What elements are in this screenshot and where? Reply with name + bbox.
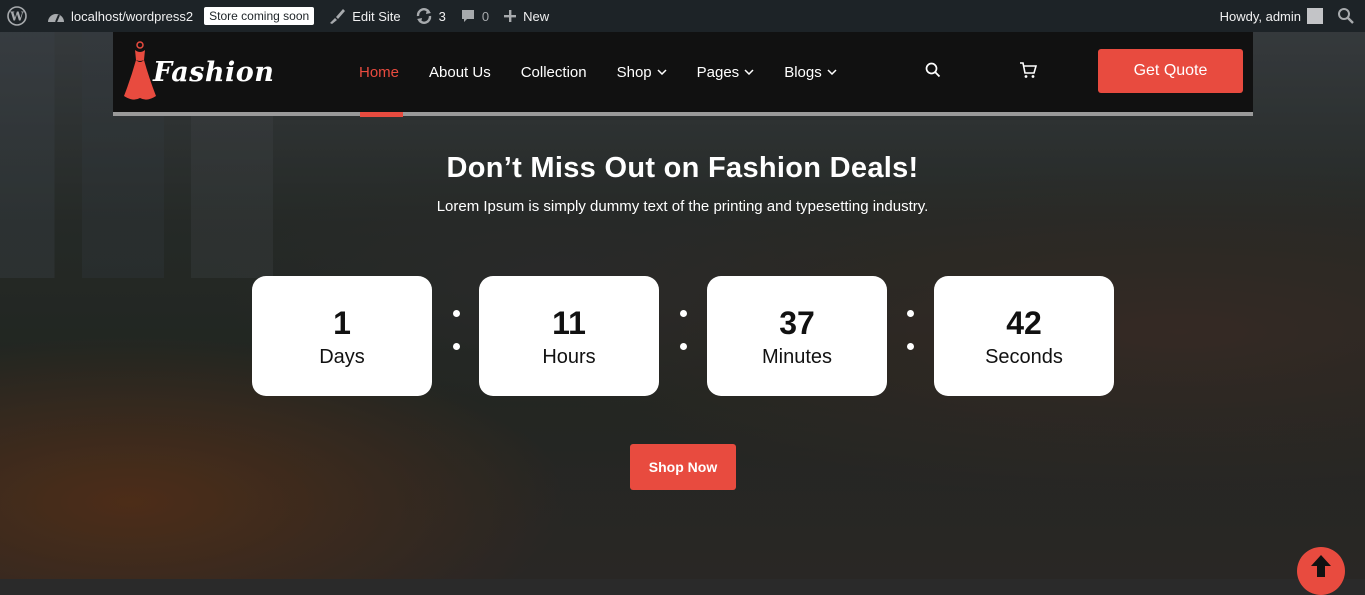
howdy-label: Howdy, admin bbox=[1219, 8, 1301, 24]
nav-item-collection[interactable]: Collection bbox=[521, 64, 587, 81]
countdown-separator bbox=[452, 310, 460, 350]
nav-item-pages[interactable]: Pages bbox=[697, 64, 755, 81]
chevron-down-icon bbox=[744, 69, 754, 75]
nav-item-shop[interactable]: Shop bbox=[617, 64, 667, 81]
scroll-to-top-button[interactable] bbox=[1297, 547, 1345, 595]
site-header: Fashion Home About Us Collection Shop Pa… bbox=[113, 32, 1253, 112]
main-nav: Home About Us Collection Shop Pages Blog… bbox=[359, 32, 867, 112]
hero-title: Don’t Miss Out on Fashion Deals! bbox=[446, 152, 919, 184]
new-content-link[interactable]: New bbox=[496, 0, 556, 32]
site-logo[interactable]: Fashion bbox=[123, 40, 274, 104]
wordpress-icon: W bbox=[7, 6, 27, 26]
nav-item-blogs[interactable]: Blogs bbox=[784, 64, 837, 81]
countdown-separator bbox=[679, 310, 687, 350]
countdown-seconds: 42 Seconds bbox=[934, 276, 1114, 396]
countdown-days: 1 Days bbox=[252, 276, 432, 396]
plus-icon bbox=[503, 9, 517, 23]
countdown-hours-value: 11 bbox=[552, 304, 586, 341]
edit-site-label: Edit Site bbox=[352, 8, 401, 24]
nav-shop-label: Shop bbox=[616, 63, 652, 81]
chevron-down-icon bbox=[657, 69, 667, 75]
countdown-days-label: Days bbox=[319, 345, 365, 368]
admin-bar: W localhost/wordpress2 Store coming soon… bbox=[0, 0, 1365, 32]
hero-subtitle: Lorem Ipsum is simply dummy text of the … bbox=[436, 198, 929, 215]
nav-item-home[interactable]: Home bbox=[359, 64, 399, 81]
header-search-button[interactable] bbox=[925, 62, 941, 78]
comment-icon bbox=[460, 8, 476, 24]
updates-icon bbox=[415, 7, 433, 25]
countdown-days-value: 1 bbox=[333, 304, 351, 341]
comments-count: 0 bbox=[481, 8, 490, 24]
search-icon bbox=[925, 62, 941, 78]
search-icon bbox=[1337, 7, 1355, 25]
countdown-hours: 11 Hours bbox=[479, 276, 659, 396]
arrow-up-icon bbox=[1311, 555, 1331, 577]
countdown-minutes: 37 Minutes bbox=[707, 276, 887, 396]
comments-link[interactable]: 0 bbox=[453, 0, 496, 32]
active-nav-indicator bbox=[360, 112, 403, 117]
countdown-seconds-value: 42 bbox=[1006, 304, 1042, 341]
countdown-seconds-label: Seconds bbox=[985, 345, 1063, 368]
logo-text: Fashion bbox=[153, 56, 275, 88]
account-menu[interactable]: Howdy, admin bbox=[1213, 0, 1330, 32]
nav-item-about-us[interactable]: About Us bbox=[429, 64, 491, 81]
site-name-label: localhost/wordpress2 bbox=[71, 8, 194, 24]
updates-link[interactable]: 3 bbox=[408, 0, 453, 32]
get-quote-button[interactable]: Get Quote bbox=[1098, 49, 1243, 93]
cart-icon bbox=[1020, 62, 1037, 78]
nav-blogs-label: Blogs bbox=[784, 63, 822, 81]
countdown-hours-label: Hours bbox=[542, 345, 596, 368]
new-label: New bbox=[523, 8, 550, 24]
chevron-down-icon bbox=[827, 69, 837, 75]
updates-count: 3 bbox=[438, 8, 446, 24]
admin-search-button[interactable] bbox=[1330, 0, 1365, 32]
wordpress-logo-button[interactable]: W bbox=[0, 0, 40, 32]
store-status-link[interactable]: Store coming soon bbox=[200, 0, 321, 32]
dress-logo-icon bbox=[124, 41, 156, 100]
nav-pages-label: Pages bbox=[696, 63, 740, 81]
dashboard-icon bbox=[47, 8, 65, 24]
shop-now-button[interactable]: Shop Now bbox=[630, 444, 736, 490]
header-divider bbox=[113, 112, 1253, 116]
site-name-link[interactable]: localhost/wordpress2 bbox=[40, 0, 200, 32]
brush-icon bbox=[328, 7, 346, 25]
nav-about-label: About Us bbox=[429, 63, 491, 81]
store-status-badge: Store coming soon bbox=[204, 7, 315, 25]
avatar bbox=[1307, 8, 1323, 24]
countdown-minutes-label: Minutes bbox=[761, 345, 833, 368]
countdown-separator bbox=[906, 310, 914, 350]
nav-collection-label: Collection bbox=[520, 63, 587, 81]
edit-site-link[interactable]: Edit Site bbox=[321, 0, 407, 32]
cart-button[interactable] bbox=[1019, 62, 1037, 79]
svg-text:W: W bbox=[9, 10, 24, 24]
countdown-minutes-value: 37 bbox=[779, 304, 815, 341]
nav-home-label: Home bbox=[359, 63, 400, 81]
